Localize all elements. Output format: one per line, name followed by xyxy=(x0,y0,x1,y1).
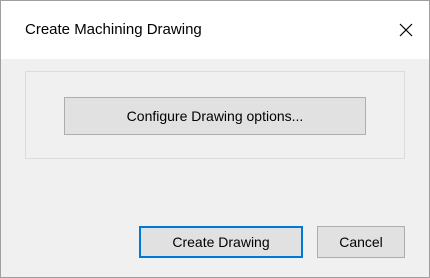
close-icon xyxy=(399,23,413,37)
create-drawing-button[interactable]: Create Drawing xyxy=(139,226,303,258)
close-button[interactable] xyxy=(383,1,429,59)
title-bar: Create Machining Drawing xyxy=(1,1,429,59)
create-machining-drawing-dialog: Create Machining Drawing Configure Drawi… xyxy=(0,0,430,278)
dialog-title: Create Machining Drawing xyxy=(25,21,202,38)
cancel-button[interactable]: Cancel xyxy=(317,226,405,258)
configure-drawing-options-button[interactable]: Configure Drawing options... xyxy=(64,97,366,135)
options-panel: Configure Drawing options... xyxy=(25,71,405,159)
